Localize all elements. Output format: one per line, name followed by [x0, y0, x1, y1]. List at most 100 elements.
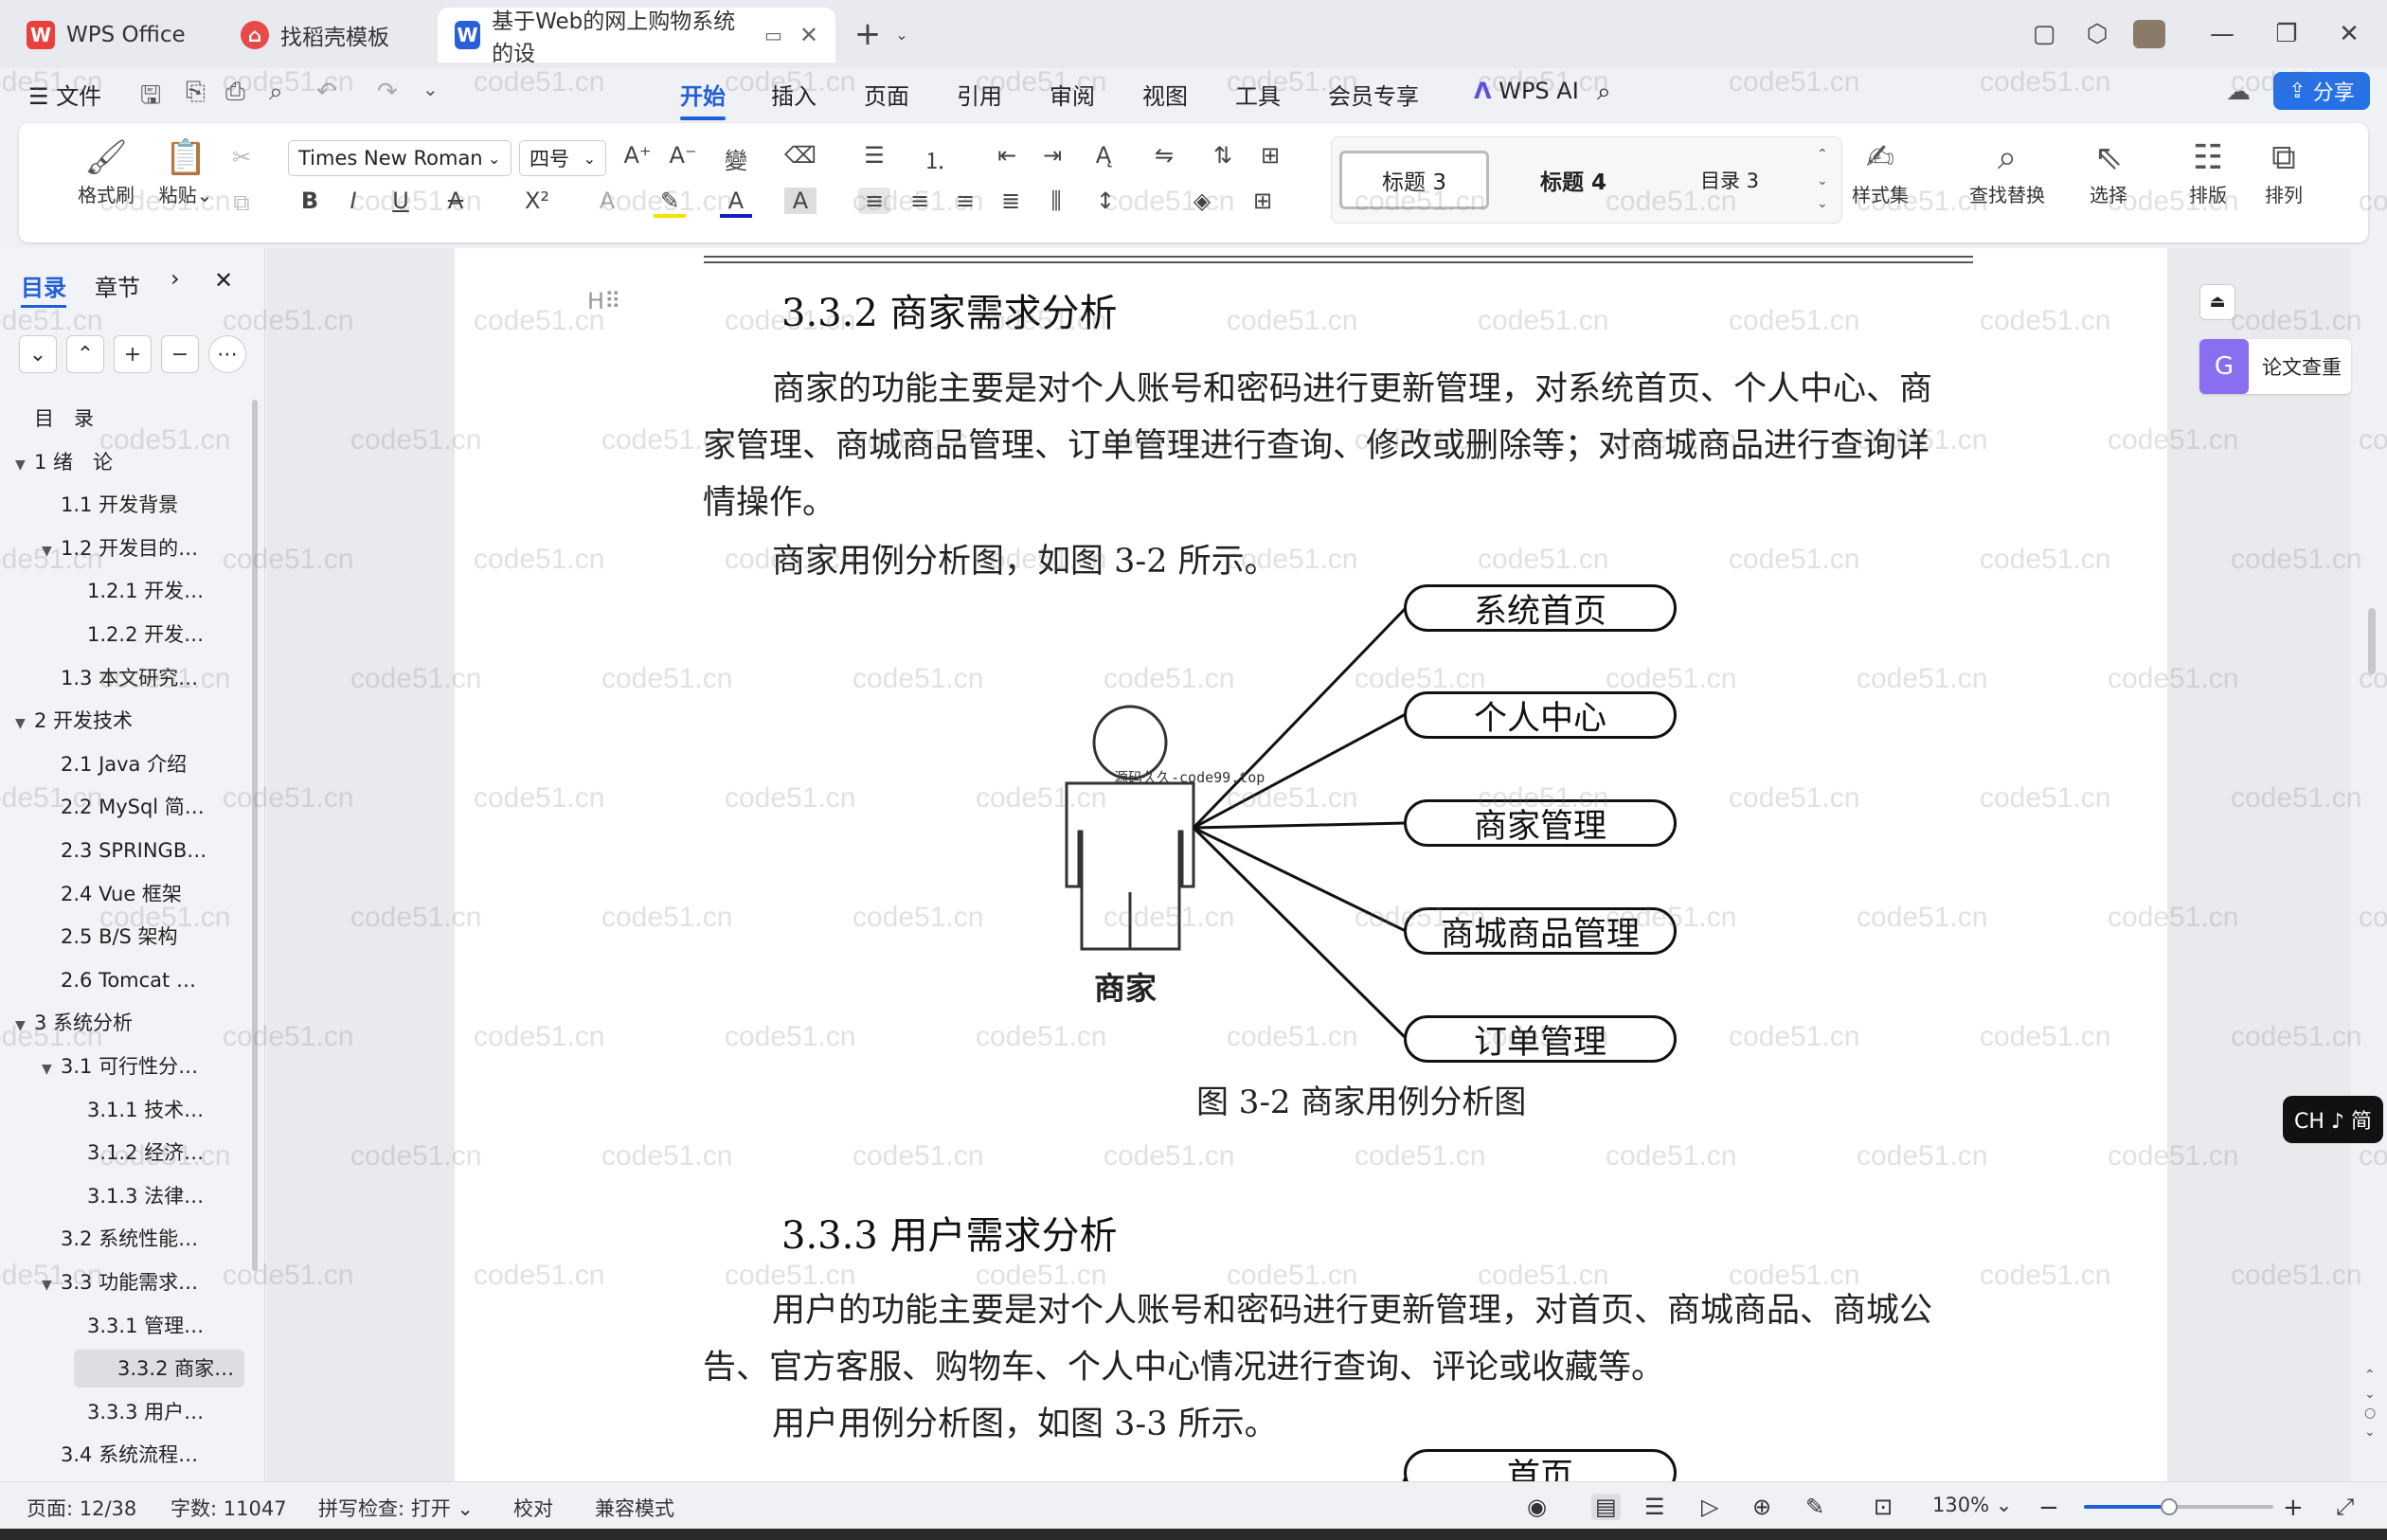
superscript-icon[interactable]: X²: [521, 188, 553, 214]
toc-item[interactable]: ▼ 3.3 功能需求…: [42, 1263, 198, 1301]
page-indicator[interactable]: 页面: 12/38: [27, 1494, 136, 1522]
nav-tab-chapter[interactable]: 章节: [95, 269, 140, 302]
print-preview-icon[interactable]: ⌕: [269, 78, 283, 107]
toc-item[interactable]: 2.6 Tomcat …: [42, 961, 196, 999]
export-icon[interactable]: ⎘: [186, 78, 206, 107]
line-sort-icon[interactable]: ⇋: [1148, 142, 1180, 169]
nav-tab-toc[interactable]: 目录: [21, 269, 66, 308]
tab-wps-office[interactable]: W WPS Office: [9, 8, 218, 63]
paper-check-button[interactable]: G 论文查重: [2199, 339, 2351, 394]
more-icon[interactable]: ⋯: [208, 335, 246, 373]
fit-page-icon[interactable]: ⊡: [1874, 1494, 1893, 1520]
expand-toggle-icon[interactable]: ▼: [15, 1007, 34, 1045]
text-effect-icon[interactable]: A: [591, 188, 623, 214]
zoom-slider-knob[interactable]: [2161, 1498, 2178, 1515]
page-nav-icons[interactable]: ⌃ ⌄ ○ ⌄: [2364, 1366, 2376, 1442]
toc-item[interactable]: 3.4 系统流程…: [42, 1436, 198, 1474]
grow-font-icon[interactable]: A⁺: [621, 142, 654, 169]
more-chevron-icon[interactable]: ⌄: [422, 78, 439, 100]
toc-item[interactable]: ▼ 3.1 可行性分…: [42, 1048, 198, 1085]
collapse-down-icon[interactable]: ⌄: [19, 335, 57, 373]
toc-item[interactable]: 3.1.2 经济…: [68, 1134, 204, 1172]
expand-icon[interactable]: ⌄: [1817, 196, 1828, 211]
zoom-select[interactable]: 130% ⌄: [1932, 1494, 2012, 1516]
align-left-icon[interactable]: ≡: [858, 188, 890, 214]
add-icon[interactable]: +: [114, 335, 152, 373]
close-window-icon[interactable]: ✕: [2330, 15, 2368, 53]
wps-ai-menu[interactable]: Ʌ WPS AI: [1474, 78, 1579, 104]
minimize-icon[interactable]: —: [2203, 15, 2241, 53]
arrange-button[interactable]: ⧉ 排列: [2251, 136, 2317, 207]
style-heading3[interactable]: 标题 3: [1339, 151, 1489, 209]
toc-item[interactable]: ▼ 1.2 开发目的…: [42, 529, 198, 567]
toc-item[interactable]: 3.3.3 用户…: [68, 1393, 204, 1431]
layout-button[interactable]: ☷ 排版: [2175, 136, 2241, 207]
save-icon[interactable]: 🖫: [140, 78, 161, 119]
justify-icon[interactable]: ≣: [995, 188, 1027, 214]
font-color-icon[interactable]: A: [720, 188, 752, 218]
toc-item[interactable]: 1.2.2 开发…: [68, 616, 204, 654]
show-marks-icon[interactable]: ⊞: [1254, 142, 1286, 169]
play-icon[interactable]: ▷: [1701, 1494, 1718, 1520]
toc-item[interactable]: 3.1.1 技术…: [68, 1091, 204, 1129]
expand-toggle-icon[interactable]: ▼: [42, 532, 61, 570]
menu-reference[interactable]: 引用: [957, 78, 1002, 111]
distribute-icon[interactable]: ⫼: [1040, 188, 1072, 214]
paste-button[interactable]: 📋 粘贴⌄: [150, 136, 222, 207]
window-layout-icon[interactable]: ▢: [2025, 15, 2063, 53]
highlight-icon[interactable]: ✎: [654, 188, 686, 218]
toc-item[interactable]: 3.3.2 商家…: [74, 1350, 244, 1388]
undo-icon[interactable]: ↶: [316, 78, 337, 106]
close-pane-icon[interactable]: ✕: [214, 267, 233, 294]
toc-item[interactable]: 2.3 SPRINGB…: [42, 832, 206, 869]
bullet-list-icon[interactable]: ☰: [858, 142, 890, 169]
underline-icon[interactable]: U: [385, 188, 417, 214]
menu-insert[interactable]: 插入: [771, 78, 817, 111]
pen-icon[interactable]: ✎: [1805, 1494, 1824, 1520]
copy-icon[interactable]: ⧉: [225, 189, 258, 216]
expand-toggle-icon[interactable]: ▼: [42, 1050, 61, 1088]
select-button[interactable]: ⇖ 选择: [2071, 136, 2146, 207]
ime-indicator[interactable]: CH ♪ 简: [2283, 1096, 2383, 1143]
text-direction-icon[interactable]: Ą: [1087, 142, 1120, 169]
toc-item[interactable]: ▼ 2 开发技术: [15, 702, 133, 740]
tab-document[interactable]: W 基于Web的网上购物系统的设 ▭ ✕: [438, 8, 835, 66]
nav-scrollbar[interactable]: [252, 400, 258, 1271]
document-scrollbar[interactable]: [2368, 608, 2376, 674]
style-set-button[interactable]: ✍ 样式集: [1838, 136, 1923, 207]
menu-start[interactable]: 开始: [680, 78, 726, 120]
new-tab-icon[interactable]: +: [849, 15, 887, 53]
style-toc3[interactable]: 目录 3: [1659, 151, 1801, 209]
toc-item[interactable]: 2.4 Vue 框架: [42, 875, 182, 913]
expand-toggle-icon[interactable]: ▼: [42, 1266, 61, 1304]
bold-icon[interactable]: B: [294, 188, 326, 214]
tab-daoke[interactable]: ⌂ 找稻壳模板: [224, 8, 432, 63]
cloud-icon[interactable]: ☁: [2226, 78, 2251, 106]
clear-format-icon[interactable]: ⌫: [784, 142, 817, 169]
scroll-up-icon[interactable]: ⌃: [1817, 147, 1828, 162]
redo-icon[interactable]: ↷: [377, 78, 398, 106]
outline-view-icon[interactable]: ☰: [1644, 1494, 1665, 1520]
menu-member[interactable]: 会员专享: [1328, 78, 1419, 111]
shading-icon[interactable]: ◈: [1186, 188, 1218, 214]
web-view-icon[interactable]: ⊕: [1752, 1494, 1771, 1520]
format-painter-button[interactable]: 🖌 格式刷: [70, 136, 142, 207]
toc-item[interactable]: 2.2 MySql 简…: [42, 788, 205, 826]
numbered-list-icon[interactable]: ⒈: [919, 142, 951, 175]
collapse-up-icon[interactable]: ⌃: [66, 335, 104, 373]
toc-item[interactable]: ▼ 1 绪 论: [15, 443, 113, 481]
proof-button[interactable]: 校对: [513, 1494, 553, 1522]
phonetic-icon[interactable]: 變: [720, 142, 752, 175]
shrink-font-icon[interactable]: A⁻: [667, 142, 699, 169]
toc-item[interactable]: 1.2.1 开发…: [68, 572, 204, 610]
spell-check-toggle[interactable]: 拼写检查: 打开 ⌄: [318, 1494, 474, 1522]
toc-item[interactable]: 3.1.3 法律…: [68, 1177, 204, 1215]
toc-item[interactable]: 2.5 B/S 架构: [42, 918, 178, 956]
strikethrough-icon[interactable]: A: [440, 188, 472, 214]
italic-icon[interactable]: I: [337, 188, 369, 214]
font-size-select[interactable]: 四号 ⌄: [519, 140, 606, 176]
word-count[interactable]: 字数: 11047: [170, 1494, 287, 1522]
monitor-icon[interactable]: ▭: [764, 24, 782, 46]
align-center-icon[interactable]: ≡: [904, 188, 936, 214]
line-spacing-icon[interactable]: ↕: [1089, 188, 1122, 214]
